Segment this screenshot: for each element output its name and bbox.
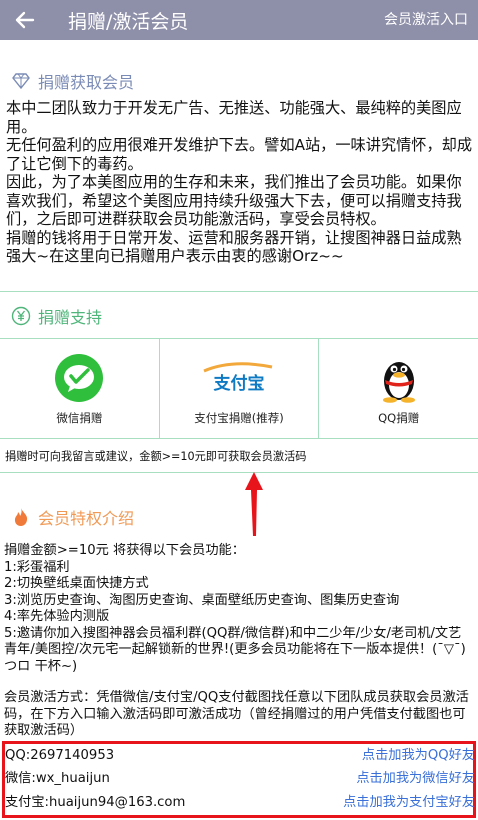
donate-intro: 本中二团队致力于开发无广告、无推送、功能强大、最纯粹的美图应用。 无任何盈利的应… [6,99,474,266]
wechat-contact-id: 微信:wx_huaijun [5,771,110,786]
yen-icon [10,305,32,327]
section-title-text: 捐赠获取会员 [38,73,135,92]
page-title: 捐赠/激活会员 [68,10,189,33]
perk-line: 1:彩蛋福利 [4,559,70,575]
flame-icon [10,506,32,528]
contacts-box: QQ:2697140953 点击加我为QQ好友 微信:wx_huaijun 点击… [2,741,476,818]
support-section-title: 捐赠支持 [10,304,102,328]
perk-line: 2:切换壁纸桌面快捷方式 [4,576,149,591]
qq-penguin-icon [379,354,419,403]
donate-options: 微信捐赠 支付宝 支付宝捐赠(推荐) QQ捐赠 [0,338,478,438]
perk-line: 5:邀请你加入搜图神器会员福利群(QQ群/微信群)和中二少年/少女/老司机/文艺… [4,625,466,674]
wechat-icon [54,354,104,402]
intro-paragraph: 本中二团队致力于开发无广告、无推送、功能强大、最纯粹的美图应用。 [6,99,462,136]
back-arrow-icon [15,11,35,29]
section-title-text: 会员特权介绍 [38,509,135,528]
add-wechat-friend-link[interactable]: 点击加我为微信好友 [356,768,475,790]
intro-paragraph: 无任何盈利的应用很难开发维护下去。譬如A站，一味讲究情怀，却成了让它倒下的毒药。 [6,136,473,173]
perk-line: 4:率先体验内测版 [4,609,110,624]
red-arrow-icon [245,472,263,536]
alipay-contact-id: 支付宝:huaijun94@163.com [5,795,186,810]
alipay-donate-button[interactable]: 支付宝 支付宝捐赠(推荐) [160,338,320,438]
perks-section-title: 会员特权介绍 [10,505,134,529]
add-alipay-friend-link[interactable]: 点击加我为支付宝好友 [343,792,475,814]
add-qq-friend-link[interactable]: 点击加我为QQ好友 [362,745,475,767]
alipay-logo: 支付宝 [202,354,276,402]
contact-row: QQ:2697140953 点击加我为QQ好友 [5,745,475,767]
section-title-text: 捐赠支持 [38,308,103,327]
qq-donate-label: QQ捐赠 [378,411,420,425]
divider [0,472,478,473]
divider [0,438,478,439]
alipay-donate-label: 支付宝捐赠(推荐) [194,411,284,425]
contact-row: 支付宝:huaijun94@163.com 点击加我为支付宝好友 [5,792,475,814]
perks-list: 捐赠金额>=10元 将获得以下会员功能： 1:彩蛋福利 2:切换壁纸桌面快捷方式… [4,543,474,675]
perk-line: 捐赠金额>=10元 将获得以下会员功能： [4,543,245,558]
activation-entry-button[interactable]: 会员激活入口 [384,0,468,40]
intro-paragraph: 捐赠的钱将用于日常开发、运营和服务器开销，让搜图神器日益成熟强大~在这里向已捐赠… [6,228,462,266]
activation-method-text: 会员激活方式：凭借微信/支付宝/QQ支付截图找任意以下团队成员获取会员激活码，在… [4,690,469,738]
donate-section-title: 捐赠获取会员 [10,69,134,93]
contact-row: 微信:wx_huaijun 点击加我为微信好友 [5,768,475,790]
perk-line: 3:浏览历史查询、淘图历史查询、桌面壁纸历史查询、图集历史查询 [4,592,400,608]
divider [0,291,478,292]
top-bar: 捐赠/激活会员 会员激活入口 [0,0,478,40]
qq-donate-button[interactable]: QQ捐赠 [319,338,478,438]
wechat-donate-button[interactable]: 微信捐赠 [0,338,160,438]
qq-contact-id: QQ:2697140953 [5,748,115,763]
back-button[interactable] [0,0,50,40]
donate-tip: 捐赠时可向我留言或建议，金额>=10元即可获取会员激活码 [5,450,307,463]
intro-paragraph: 因此，为了本美图应用的生存和未来，我们推出了会员功能。如果你喜欢我们，希望这个美… [6,173,462,228]
alipay-logo-text: 支付宝 [214,373,265,394]
diamond-icon [10,70,32,92]
wechat-donate-label: 微信捐赠 [56,411,103,425]
